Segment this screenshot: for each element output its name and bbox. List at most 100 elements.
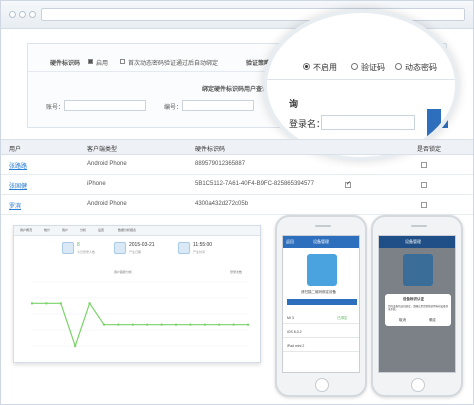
radio-otp-label: 动态密码 (405, 63, 437, 72)
number-input[interactable] (182, 100, 254, 111)
data-point (117, 323, 120, 326)
list-item[interactable]: iPad mini 2 (283, 340, 359, 352)
phone-hint: 请扫描二维码绑定设备 (301, 290, 336, 294)
window-dot-icon[interactable] (19, 11, 26, 18)
query-button[interactable] (427, 109, 441, 137)
home-button[interactable] (411, 378, 425, 392)
client-type: Android Phone (87, 201, 127, 207)
col-type: 客户端类型 (87, 147, 118, 153)
bound-badge: 已绑定 (337, 316, 348, 320)
calendar-icon (114, 242, 126, 254)
client-type: Android Phone (87, 161, 127, 167)
data-point (174, 323, 178, 326)
user-link[interactable]: 张国健 (9, 181, 27, 190)
stat-caption: 产生日期 (129, 250, 142, 254)
list-item[interactable]: MI 3 已绑定 (283, 312, 359, 324)
data-point (131, 323, 134, 326)
stat-caption: 今日登录人数 (77, 250, 96, 254)
account-label: 账号： (46, 105, 65, 111)
user-link[interactable]: 罗滨 (9, 201, 21, 210)
phone-mockup-1: 返回 设备管理 请扫描二维码绑定设备 MI 3 已绑定 iOS 8.0.2 iPa… (275, 215, 367, 397)
stat-login-count: 8 今日登录人数 (62, 240, 114, 260)
phone-title: 设备管理 (313, 239, 329, 244)
back-button[interactable]: 返回 (286, 239, 294, 245)
phone-mockup-2: 设备管理 设备标识认证 您的设备已成功绑定，请确认是否继续使用当前设备登录系统。… (371, 215, 463, 397)
stat-time: 11:55:00 产生时间 (178, 240, 230, 260)
scan-button[interactable] (287, 299, 357, 305)
phone-navbar: 返回 设备管理 (283, 236, 359, 248)
window-dot-icon[interactable] (9, 11, 16, 18)
first-auth-checkbox[interactable] (120, 59, 125, 64)
data-point (45, 302, 48, 305)
list-item[interactable]: iOS 8.0.2 (283, 326, 359, 338)
first-auth-label: 首次动态密码验证通过后自动绑定 (128, 61, 219, 67)
clock-icon (178, 242, 190, 254)
data-point (30, 302, 34, 305)
data-point (160, 323, 163, 326)
dialog-text: 您的设备已成功绑定，请确认是否继续使用当前设备登录系统。 (388, 305, 449, 311)
dash-tab[interactable]: 分析 (80, 228, 86, 232)
device-name: MI 3 (287, 316, 294, 320)
phone-screen: 设备管理 设备标识认证 您的设备已成功绑定，请确认是否继续使用当前设备登录系统。… (378, 235, 456, 373)
data-point (146, 323, 149, 326)
data-point (203, 323, 206, 326)
device-illustration-icon (403, 254, 433, 286)
trend-chart (30, 281, 250, 348)
dash-tab[interactable]: 用户概况 (20, 228, 32, 232)
bind-title: 绑定硬件标识码用户查询 (202, 87, 269, 93)
speaker (315, 225, 331, 227)
dash-tab[interactable]: 用户 (62, 228, 68, 232)
users-icon (62, 242, 74, 254)
data-point (88, 302, 91, 305)
lock-checkbox[interactable] (421, 202, 427, 208)
radio-captcha[interactable] (351, 63, 358, 70)
device-name: iPad mini 2 (287, 344, 305, 348)
window-dot-icon[interactable] (29, 11, 36, 18)
chart-title: 用户趋势分析 (114, 270, 133, 274)
phone-navbar: 设备管理 (379, 236, 455, 248)
enable-label: 启用 (96, 61, 109, 67)
divider (267, 79, 455, 80)
device-illustration-icon (307, 254, 337, 286)
table-row[interactable]: 罗滨 Android Phone 4300a432d272c05b (1, 195, 473, 215)
data-point (246, 323, 250, 326)
table-header: 用户 客户端类型 硬件标识码 是否锁定 (1, 139, 473, 155)
cancel-button[interactable]: 取消 (399, 318, 406, 323)
number-label: 编号： (164, 105, 183, 111)
login-input[interactable] (321, 115, 415, 130)
lock-checkbox[interactable] (421, 182, 427, 188)
radio-otp[interactable] (395, 63, 402, 70)
home-button[interactable] (315, 378, 329, 392)
bind-checkbox[interactable] (345, 180, 351, 188)
user-link[interactable]: 张路路 (9, 161, 27, 170)
data-point (102, 323, 106, 326)
browser-window: 硬件标识码 启用 首次动态密码验证通过后自动绑定 验证策略 绑定硬件标识码用户查… (0, 0, 474, 405)
stat-caption: 产生时间 (193, 250, 206, 254)
dash-tab[interactable]: 数据分析报表 (118, 228, 136, 232)
radio-disable-label: 不启用 (313, 63, 337, 72)
radio-disable[interactable] (303, 63, 310, 70)
client-type: iPhone (87, 181, 106, 187)
data-point (232, 323, 235, 326)
col-locked: 是否锁定 (417, 147, 442, 153)
stat-value: 2015-03-21 (129, 242, 155, 248)
device-name: iOS 8.0.2 (287, 330, 302, 334)
stat-value: 11:55:00 (193, 242, 213, 248)
dialog-title: 设备标识认证 (403, 297, 424, 301)
stat-date: 2015-03-21 产生日期 (114, 240, 166, 260)
table-row[interactable]: 张国健 iPhone 5B1C5112-7A61-40F4-B9FC-82586… (1, 175, 473, 195)
data-point (74, 344, 77, 348)
table-row[interactable]: 张路路 Android Phone 889579012365887 (1, 155, 473, 175)
phone-title: 设备管理 (405, 239, 421, 244)
dash-tab[interactable]: 设置 (98, 228, 104, 232)
enable-checkbox[interactable] (88, 59, 93, 64)
dash-tab[interactable]: 统计 (44, 228, 50, 232)
radio-captcha-label: 验证码 (361, 63, 385, 72)
hwid: 889579012365887 (195, 161, 246, 167)
dashboard-tabs: 用户概况 统计 用户 分析 设置 数据分析报表 (14, 226, 260, 236)
account-input[interactable] (64, 100, 146, 111)
lock-checkbox[interactable] (421, 162, 427, 168)
confirm-button[interactable]: 确定 (429, 318, 436, 323)
series-line (32, 301, 248, 348)
phone-screen: 返回 设备管理 请扫描二维码绑定设备 MI 3 已绑定 iOS 8.0.2 iPa… (282, 235, 360, 373)
